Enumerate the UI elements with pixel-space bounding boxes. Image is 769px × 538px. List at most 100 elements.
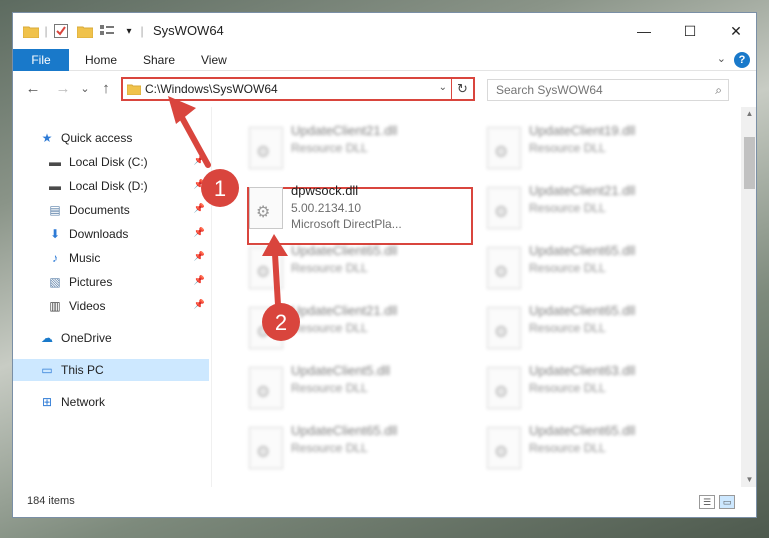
file-tile[interactable]: ⚙ UpdateClient63.dll Resource DLL xyxy=(479,359,709,411)
gear-icon: ⚙ xyxy=(256,444,271,461)
sidebar-item-local-disk-c[interactable]: ▬ Local Disk (C:) 📌 xyxy=(13,151,209,173)
separator: | xyxy=(140,24,144,38)
file-name: dpwsock.dll xyxy=(291,183,359,198)
address-dropdown-icon[interactable]: ⌄ xyxy=(439,82,447,93)
sidebar-item-videos[interactable]: ▥ Videos 📌 xyxy=(13,295,209,317)
gear-document-icon: ⚙ xyxy=(487,247,521,289)
navigation-bar: ← → ⌄ ↑ C:\Windows\SysWOW64 ⌄ ↻ ⌕ xyxy=(13,71,756,107)
scroll-up-arrow[interactable]: ▲ xyxy=(741,107,756,121)
minimize-button[interactable]: — xyxy=(621,13,667,49)
sidebar-item-label: Local Disk (C:) xyxy=(69,155,148,169)
file-name: UpdateClient63.dll xyxy=(529,363,636,378)
file-tile[interactable]: ⚙ UpdateClient21.dll Resource DLL xyxy=(241,119,471,171)
file-tile[interactable]: ⚙ UpdateClient5.dll Resource DLL xyxy=(241,359,471,411)
sidebar-item-network[interactable]: ⊞ Network xyxy=(13,391,209,413)
music-icon: ♪ xyxy=(52,251,58,265)
sidebar-item-music[interactable]: ♪ Music 📌 xyxy=(13,247,209,269)
expand-ribbon-icon[interactable]: ⌄ xyxy=(717,52,726,65)
gear-document-icon: ⚙ xyxy=(249,427,283,469)
file-tile[interactable]: ⚙ UpdateClient65.dll Resource DLL xyxy=(479,419,709,471)
gear-icon: ⚙ xyxy=(494,444,509,461)
item-count: 184 items xyxy=(27,495,75,507)
sidebar-item-onedrive[interactable]: ☁ OneDrive xyxy=(13,327,209,349)
gear-document-icon: ⚙ xyxy=(487,127,521,169)
gear-document-icon: ⚙ xyxy=(487,427,521,469)
file-type: Resource DLL xyxy=(529,201,606,215)
vertical-scrollbar[interactable]: ▲ ▼ xyxy=(741,107,756,487)
file-type: Resource DLL xyxy=(291,321,368,335)
pin-icon[interactable]: 📌 xyxy=(194,251,205,262)
sidebar-item-quick-access[interactable]: ★ Quick access xyxy=(13,127,209,149)
sidebar-item-documents[interactable]: ▤ Documents 📌 xyxy=(13,199,209,221)
sidebar-item-label: Videos xyxy=(69,299,106,313)
maximize-button[interactable]: ☐ xyxy=(667,13,713,49)
pin-icon[interactable]: 📌 xyxy=(194,275,205,286)
documents-icon: ▤ xyxy=(49,203,61,217)
file-name: UpdateClient19.dll xyxy=(529,123,636,138)
separator: | xyxy=(44,24,48,38)
video-icon: ▥ xyxy=(49,299,61,313)
tab-home[interactable]: Home xyxy=(75,49,127,71)
search-box[interactable]: ⌕ xyxy=(487,79,729,101)
file-name: UpdateClient65.dll xyxy=(529,303,636,318)
sidebar-item-this-pc[interactable]: ▭ This PC xyxy=(13,359,209,381)
refresh-button[interactable]: ↻ xyxy=(451,77,473,101)
file-version: 5.00.2134.10 xyxy=(291,201,362,215)
properties-icon[interactable] xyxy=(53,22,69,40)
details-view-button[interactable]: ☰ xyxy=(699,495,715,509)
pin-icon[interactable]: 📌 xyxy=(194,203,205,214)
file-tile[interactable]: ⚙ UpdateClient65.dll Resource DLL xyxy=(479,299,709,351)
gear-icon: ⚙ xyxy=(494,384,509,401)
file-tile-dpwsock[interactable]: ⚙ dpwsock.dll 5.00.2134.10 Microsoft Direct… xyxy=(241,179,471,231)
file-tile[interactable]: ⚙ UpdateClient65.dll Resource DLL xyxy=(241,419,471,471)
scroll-down-arrow[interactable]: ▼ xyxy=(741,473,756,487)
file-name: UpdateClient65.dll xyxy=(291,243,398,258)
pin-icon[interactable]: 📌 xyxy=(194,299,205,310)
tiles-view-button[interactable]: ▭ xyxy=(719,495,735,509)
gear-document-icon: ⚙ xyxy=(487,307,521,349)
up-button[interactable]: ↑ xyxy=(97,79,115,97)
sidebar-item-label: This PC xyxy=(61,363,104,377)
gear-icon: ⚙ xyxy=(494,144,509,161)
recent-locations-button[interactable]: ⌄ xyxy=(79,79,91,97)
sidebar-item-local-disk-d[interactable]: ▬ Local Disk (D:) 📌 xyxy=(13,175,209,197)
file-tile[interactable]: ⚙ UpdateClient65.dll Resource DLL xyxy=(479,239,709,291)
tab-share[interactable]: Share xyxy=(133,49,185,71)
pane-divider[interactable] xyxy=(211,107,212,487)
file-tile[interactable]: ⚙ UpdateClient19.dll Resource DLL xyxy=(479,119,709,171)
pin-icon[interactable]: 📌 xyxy=(194,179,205,190)
file-tile[interactable]: ⚙ UpdateClient21.dll Resource DLL xyxy=(241,299,471,351)
file-tile[interactable]: ⚙ UpdateClient21.dll Resource DLL xyxy=(479,179,709,231)
quick-access-dropdown-icon[interactable]: ▾ xyxy=(123,22,135,40)
file-type: Resource DLL xyxy=(529,321,606,335)
forward-button[interactable]: → xyxy=(53,79,73,97)
download-icon: ⬇ xyxy=(49,227,61,241)
file-type: Resource DLL xyxy=(291,441,368,455)
sidebar-item-pictures[interactable]: ▧ Pictures 📌 xyxy=(13,271,209,293)
scroll-thumb[interactable] xyxy=(744,137,755,189)
new-folder-icon[interactable] xyxy=(77,22,93,40)
gear-icon: ⚙ xyxy=(494,204,509,221)
address-path[interactable]: C:\Windows\SysWOW64 xyxy=(145,82,278,96)
address-bar[interactable]: C:\Windows\SysWOW64 ⌄ ↻ xyxy=(121,77,475,101)
customize-icon[interactable] xyxy=(99,22,115,40)
file-list: ⚙ UpdateClient21.dll Resource DLL ⚙ dpwsock.… xyxy=(213,107,741,487)
folder-icon xyxy=(126,83,142,98)
search-input[interactable] xyxy=(488,80,698,100)
pin-icon[interactable]: 📌 xyxy=(194,155,205,166)
pin-icon[interactable]: 📌 xyxy=(194,227,205,238)
search-icon[interactable]: ⌕ xyxy=(715,83,722,98)
gear-document-icon: ⚙ xyxy=(487,187,521,229)
file-tile[interactable]: ⚙ UpdateClient65.dll Resource DLL xyxy=(241,239,471,291)
sidebar-item-downloads[interactable]: ⬇ Downloads 📌 xyxy=(13,223,209,245)
close-button[interactable]: ✕ xyxy=(713,13,756,49)
tab-file[interactable]: File xyxy=(13,49,69,71)
tab-view[interactable]: View xyxy=(191,49,237,71)
back-button[interactable]: ← xyxy=(23,79,43,97)
cloud-icon: ☁ xyxy=(41,331,53,345)
help-icon[interactable]: ? xyxy=(734,52,750,68)
gear-icon: ⚙ xyxy=(494,324,509,341)
gear-document-icon: ⚙ xyxy=(249,127,283,169)
gear-icon: ⚙ xyxy=(256,384,271,401)
status-bar: 184 items ☰ ▭ xyxy=(13,487,756,517)
